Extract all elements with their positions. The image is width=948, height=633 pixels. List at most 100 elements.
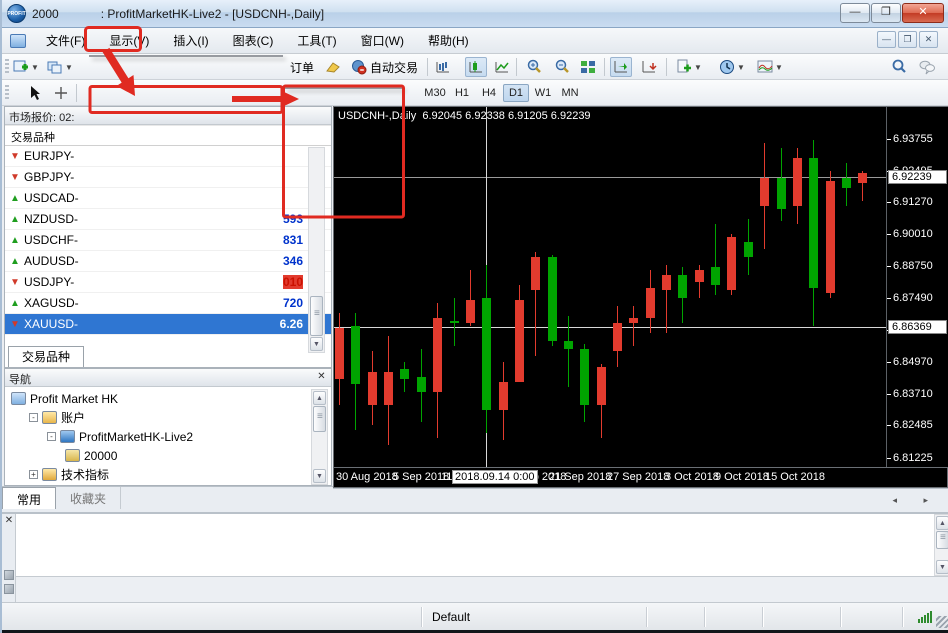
scroll-up-button[interactable]: ▲: [936, 516, 948, 530]
auto-scroll-button[interactable]: [638, 57, 660, 77]
dropdown-caret-icon: ▼: [737, 63, 745, 72]
restore-button[interactable]: ❐: [871, 3, 901, 23]
period-button-D1[interactable]: D1: [503, 84, 529, 102]
time-axis-label: 27 Sep 2018: [607, 471, 669, 483]
market-watch-row-AUDUSD-[interactable]: ▲AUDUSD-346: [5, 251, 331, 272]
navigator-tab-收藏夹[interactable]: 收藏夹: [56, 487, 121, 509]
market-watch-row-XAGUSD-[interactable]: ▲XAGUSD-720: [5, 293, 331, 314]
menubar-item-W[interactable]: 窗口(W): [349, 28, 416, 53]
scroll-up-button[interactable]: ▲: [313, 391, 326, 405]
candle: [826, 181, 835, 293]
tile-windows-button[interactable]: [577, 57, 599, 77]
zoom-out-button[interactable]: [551, 57, 573, 77]
depth-of-market-button[interactable]: [322, 57, 344, 77]
price-axis-label: 6.81225: [893, 452, 933, 464]
navigator-panel: 导航 ✕ Profit Market HK-账户-ProfitMarketHK-…: [4, 368, 332, 486]
line-chart-button[interactable]: [491, 57, 513, 77]
child-minimize-button[interactable]: —: [877, 31, 896, 48]
scroll-down-button[interactable]: ▼: [313, 469, 326, 483]
scrollbar-thumb[interactable]: [310, 296, 323, 336]
search-button[interactable]: [888, 57, 910, 77]
market-watch-symbols-tab[interactable]: 交易品种: [8, 346, 84, 367]
navigator-scrollbar[interactable]: ▲ ▼: [311, 389, 328, 485]
nav-tree-item-ProfitMarketHKLive2[interactable]: -ProfitMarketHK-Live2: [9, 427, 331, 446]
crosshair-button[interactable]: [50, 83, 72, 103]
market-watch-scrollbar[interactable]: ▼: [308, 147, 325, 353]
market-watch-row-GBPJPY-[interactable]: ▼GBPJPY-: [5, 167, 331, 188]
navigator-close-icon[interactable]: ✕: [315, 371, 328, 384]
chart-shift-button[interactable]: [610, 57, 632, 77]
new-chart-button[interactable]: ▼: [10, 57, 42, 77]
market-watch-row-USDJPY-[interactable]: ▼USDJPY-010: [5, 272, 331, 293]
autotrading-button[interactable]: 自动交易: [348, 57, 421, 77]
scroll-down-button[interactable]: ▼: [936, 560, 948, 574]
period-button-H1[interactable]: H1: [449, 84, 475, 102]
market-watch-row-XAUUSD-[interactable]: ▼XAUUSD-6.26: [5, 314, 331, 335]
toolbar-grip[interactable]: [5, 85, 9, 101]
navigator-tab-常用[interactable]: 常用: [2, 487, 56, 509]
market-watch-row-USDCAD-[interactable]: ▲USDCAD-: [5, 188, 331, 209]
symbol-label: EURJPY-: [24, 149, 74, 163]
resize-grip[interactable]: [936, 616, 948, 628]
nav-tree-item-[interactable]: -账户: [9, 408, 331, 427]
price-up-icon: ▲: [8, 298, 22, 309]
bar-chart-button[interactable]: [432, 57, 454, 77]
menubar-item-V[interactable]: 显示(V): [97, 28, 161, 53]
standard-toolbar: ▼ ▼ 订单 自动交易: [2, 54, 948, 80]
period-button-W1[interactable]: W1: [530, 84, 556, 102]
market-watch-row-EURJPY-[interactable]: ▼EURJPY-: [5, 146, 331, 167]
menubar-item-T[interactable]: 工具(T): [285, 28, 348, 53]
minimize-button[interactable]: —: [840, 3, 870, 23]
price-axis[interactable]: 6.937556.924956.912706.900106.887506.874…: [886, 107, 948, 467]
menubar-item-C[interactable]: 图表(C): [221, 28, 286, 53]
tree-expander-icon[interactable]: -: [29, 413, 38, 422]
new-chart-icon: [13, 59, 29, 75]
close-button[interactable]: ✕: [902, 3, 944, 23]
nav-tree-label: 技术指标: [61, 466, 109, 483]
scroll-down-button[interactable]: ▼: [310, 337, 323, 351]
period-button-H4[interactable]: H4: [476, 84, 502, 102]
time-axis[interactable]: 30 Aug 20185 Sep 201811 Sep 201817 Sep 2…: [333, 468, 948, 488]
indicators-button[interactable]: ▼: [754, 57, 786, 77]
market-watch-row-NZDUSD-[interactable]: ▲NZDUSD-593: [5, 209, 331, 230]
new-order-button[interactable]: 订单: [284, 57, 317, 77]
profile-name[interactable]: Default: [422, 607, 647, 627]
tree-expander-icon[interactable]: -: [47, 432, 56, 441]
nav-tree-item-[interactable]: + 技术指标: [9, 465, 331, 484]
periods-button[interactable]: ▼: [716, 57, 748, 77]
terminal-close-icon[interactable]: ✕: [3, 516, 15, 528]
terminal-scrollbar[interactable]: ▲ ▼: [934, 514, 948, 576]
tab-scroll-arrows[interactable]: ◂ ▸: [892, 495, 940, 506]
menubar-item-I[interactable]: 插入(I): [161, 28, 220, 53]
period-button-M30[interactable]: M30: [422, 84, 448, 102]
child-restore-button[interactable]: ❐: [898, 31, 917, 48]
period-button-MN[interactable]: MN: [557, 84, 583, 102]
nav-tree-item-20000[interactable]: 20000: [9, 446, 331, 465]
nav-tree-item-ProfitMarketHK[interactable]: Profit Market HK: [9, 389, 331, 408]
profiles-button[interactable]: ▼: [44, 57, 76, 77]
menubar-item-H[interactable]: 帮助(H): [416, 28, 481, 53]
toolbar-grip[interactable]: [5, 59, 9, 75]
chart-plot[interactable]: [334, 107, 886, 467]
chart-area[interactable]: USDCNH-,Daily 6.92045 6.92338 6.91205 6.…: [333, 106, 948, 468]
template-icon: [676, 59, 692, 75]
market-watch-row-USDCHF-[interactable]: ▲USDCHF-831: [5, 230, 331, 251]
candlestick-button[interactable]: [465, 57, 487, 77]
child-close-button[interactable]: ✕: [919, 31, 938, 48]
symbol-column-header[interactable]: 交易品种: [5, 125, 331, 146]
templates-button[interactable]: ▼: [673, 57, 705, 77]
zoom-in-button[interactable]: [523, 57, 545, 77]
clock-icon: [719, 59, 735, 75]
candle: [711, 267, 720, 285]
current-price-box: 6.92239: [888, 170, 947, 184]
cursor-button[interactable]: [24, 83, 46, 103]
dock-handle-icon[interactable]: [4, 584, 14, 594]
scrollbar-thumb[interactable]: [936, 531, 948, 549]
dock-handle-icon[interactable]: [4, 570, 14, 580]
menubar-item-F[interactable]: 文件(F): [34, 28, 97, 53]
scrollbar-thumb[interactable]: [313, 406, 326, 432]
auto-scroll-icon: [641, 59, 657, 75]
chat-button[interactable]: [916, 57, 938, 77]
menu-bar: 文件(F)显示(V)插入(I)图表(C)工具(T)窗口(W)帮助(H): [2, 28, 948, 54]
tree-expander-icon[interactable]: +: [29, 470, 38, 479]
